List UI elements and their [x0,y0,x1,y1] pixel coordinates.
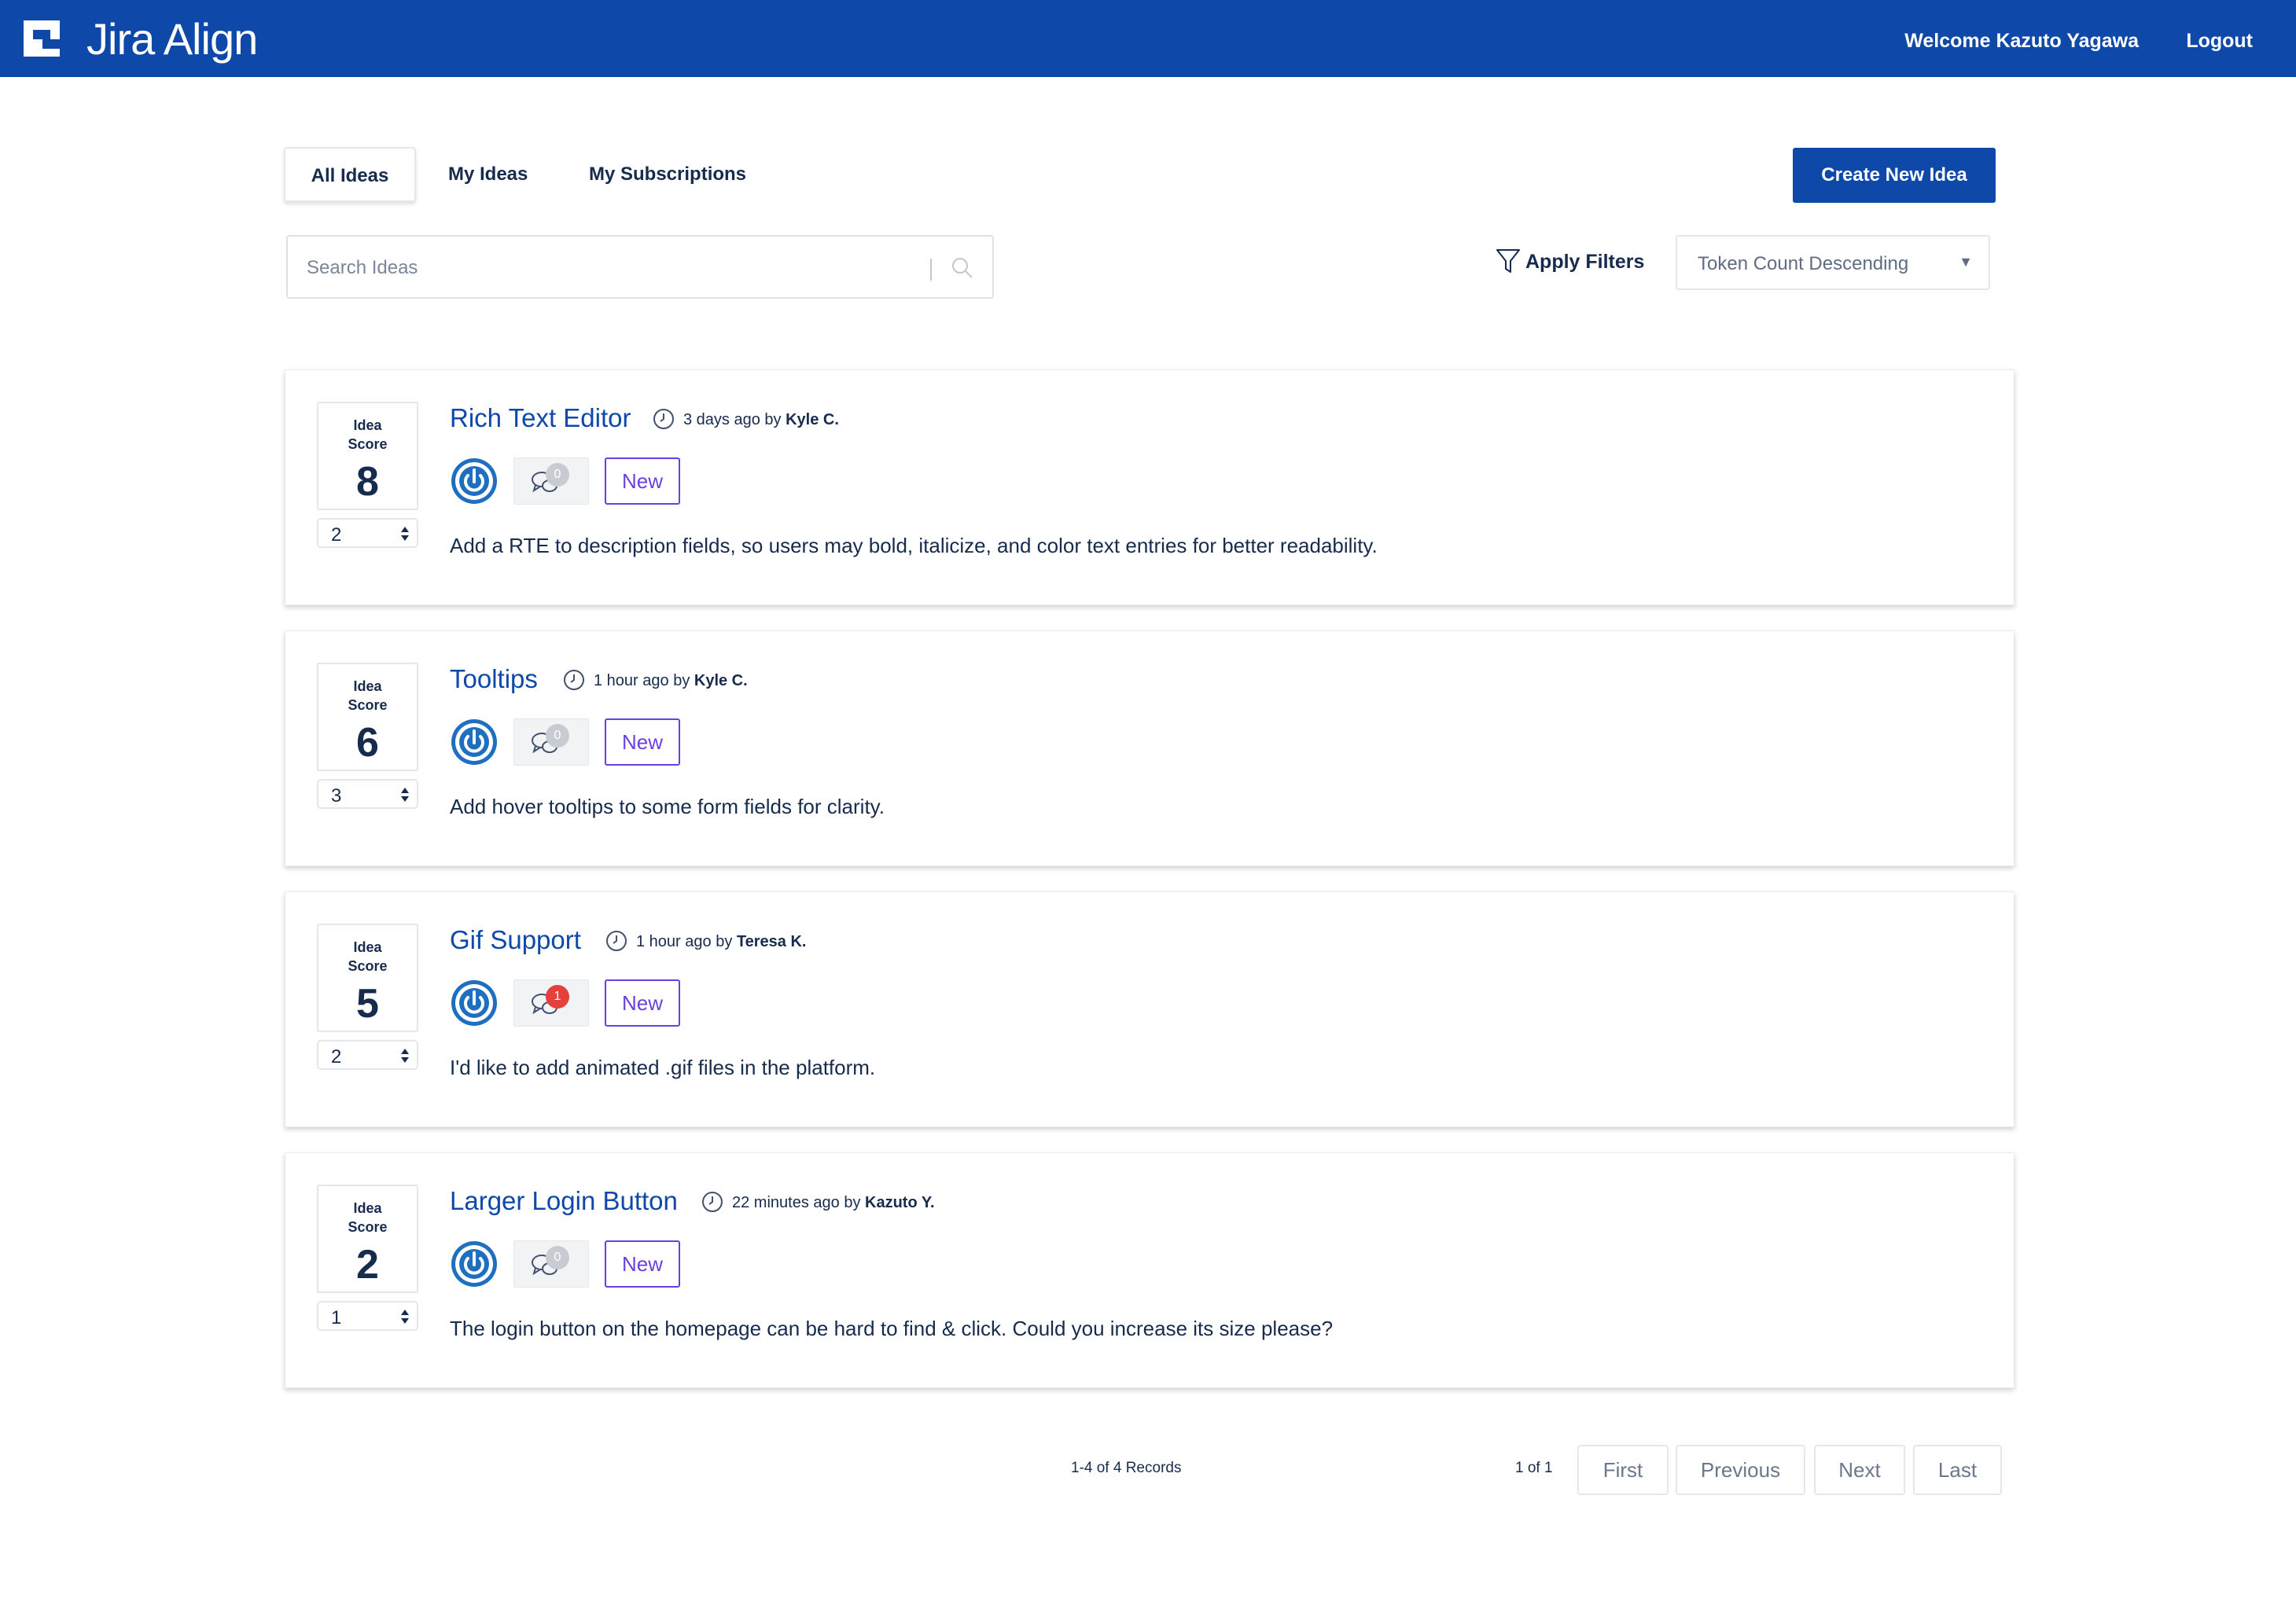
idea-description: I'd like to add animated .gif files in t… [450,1056,876,1079]
jira-align-logo-icon[interactable] [24,20,60,57]
token-count-value: 3 [331,785,342,806]
idea-score-label: Idea [353,678,382,694]
next-page-button[interactable]: Next [1814,1445,1905,1495]
idea-score-box: Idea Score 2 [317,1185,418,1293]
status-badge[interactable]: New [605,979,680,1027]
comments-button[interactable]: 0 [513,457,589,505]
up-down-arrows-icon [401,527,409,541]
idea-score-value: 6 [356,720,379,766]
token-count-stepper[interactable]: 2 [317,1040,418,1070]
token-count-value: 2 [331,1046,342,1067]
top-nav-bar: Jira Align Welcome Kazuto Yagawa Logout [0,0,2296,77]
idea-meta-text: 3 days ago by Kyle C. [683,411,839,429]
clock-icon [564,670,584,690]
tab-my-ideas[interactable]: My Ideas [448,147,528,202]
idea-description: Add hover tooltips to some form fields f… [450,795,885,818]
token-count-stepper[interactable]: 3 [317,779,418,809]
token-count-value: 2 [331,524,342,546]
comment-count-badge: 0 [546,724,569,748]
idea-card: Idea Score 5 2 Gif Support 1 hour ago by… [285,891,2015,1127]
idea-timestamp: 1 hour ago by [636,933,737,950]
create-new-idea-button[interactable]: Create New Idea [1793,148,1996,203]
up-down-arrows-icon [401,788,409,802]
first-page-button[interactable]: First [1577,1445,1669,1495]
comment-count-badge: 0 [546,1246,569,1269]
idea-score-label: Score [348,436,388,452]
comment-count-badge: 1 [546,985,569,1009]
welcome-user-text: Welcome Kazuto Yagawa [1904,30,2139,52]
idea-card: Idea Score 6 3 Tooltips 1 hour ago by Ky… [285,630,2015,866]
previous-page-button[interactable]: Previous [1676,1445,1805,1495]
idea-score-label: Score [348,958,388,974]
search-icon[interactable] [948,254,977,282]
status-badge[interactable]: New [605,1240,680,1288]
idea-description: The login button on the homepage can be … [450,1317,1334,1340]
idea-author: Kazuto Y. [865,1194,935,1211]
idea-title-link[interactable]: Tooltips [450,664,538,694]
idea-description: Add a RTE to description fields, so user… [450,534,1378,557]
clock-icon [606,931,627,951]
idea-meta-text: 22 minutes ago by Kazuto Y. [732,1194,935,1212]
clock-icon [702,1192,723,1212]
up-down-arrows-icon [401,1310,409,1324]
logout-link[interactable]: Logout [2186,30,2253,53]
idea-score-box: Idea Score 8 [317,402,418,510]
page-indicator: 1 of 1 [1515,1460,1553,1476]
idea-score-value: 8 [356,459,379,505]
idea-author: Kyle C. [786,411,839,428]
idea-score-label: Idea [353,1200,382,1216]
idea-author: Teresa K. [736,933,807,950]
power-icon[interactable] [450,979,499,1027]
idea-title-link[interactable]: Gif Support [450,925,581,955]
sort-select[interactable]: Token Count Descending ▼ [1676,235,1990,290]
idea-score-value: 2 [356,1242,379,1288]
chevron-down-icon: ▼ [1959,254,1973,270]
up-down-arrows-icon [401,1049,409,1063]
tab-all-ideas[interactable]: All Ideas [284,147,416,202]
token-count-stepper[interactable]: 2 [317,518,418,548]
records-count: 1-4 of 4 Records [1071,1460,1182,1476]
idea-timestamp: 3 days ago by [683,411,786,428]
idea-meta-text: 1 hour ago by Teresa K. [636,933,806,951]
brand-name[interactable]: Jira Align [86,13,258,64]
filter-icon [1496,249,1520,273]
comments-button[interactable]: 0 [513,1240,589,1288]
idea-score-label: Score [348,697,388,713]
clock-icon [653,409,674,429]
status-badge[interactable]: New [605,457,680,505]
power-icon[interactable] [450,718,499,766]
apply-filters-label: Apply Filters [1525,251,1645,273]
idea-author: Kyle C. [694,672,748,689]
idea-score-label: Idea [353,939,382,955]
token-count-value: 1 [331,1307,342,1328]
idea-timestamp: 1 hour ago by [594,672,694,689]
idea-timestamp: 22 minutes ago by [732,1194,865,1211]
sort-selected-value: Token Count Descending [1698,253,1909,274]
search-box [286,235,994,299]
power-icon[interactable] [450,1240,499,1288]
comments-button[interactable]: 0 [513,718,589,766]
idea-title-link[interactable]: Larger Login Button [450,1186,678,1216]
search-input[interactable] [307,252,936,284]
idea-score-value: 5 [356,981,379,1027]
search-divider [930,259,932,281]
idea-title-link[interactable]: Rich Text Editor [450,403,631,433]
last-page-button[interactable]: Last [1913,1445,2002,1495]
token-count-stepper[interactable]: 1 [317,1301,418,1331]
idea-score-label: Idea [353,417,382,433]
idea-meta-text: 1 hour ago by Kyle C. [594,672,748,690]
comments-button[interactable]: 1 [513,979,589,1027]
status-badge[interactable]: New [605,718,680,766]
idea-card: Idea Score 2 1 Larger Login Button 22 mi… [285,1152,2015,1388]
idea-score-box: Idea Score 6 [317,663,418,771]
idea-score-box: Idea Score 5 [317,924,418,1032]
power-icon[interactable] [450,457,499,505]
idea-card: Idea Score 8 2 Rich Text Editor 3 days a… [285,369,2015,605]
idea-score-label: Score [348,1219,388,1235]
tab-my-subscriptions[interactable]: My Subscriptions [589,147,746,202]
comment-count-badge: 0 [546,463,569,487]
